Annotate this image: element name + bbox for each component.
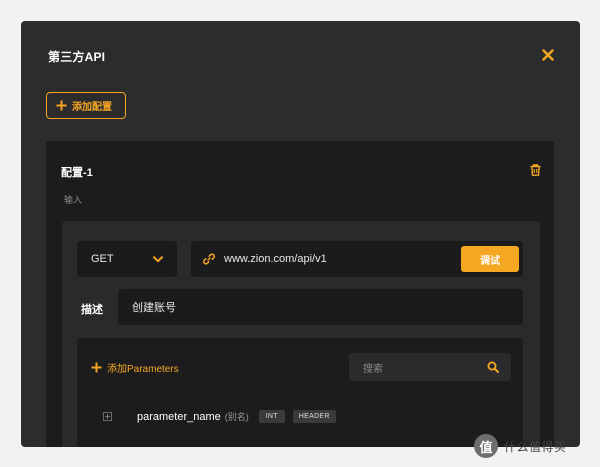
plus-icon	[91, 362, 102, 373]
parameters-panel: 添加Parameters 搜索 parameter_name (别名) INT …	[77, 338, 523, 447]
link-icon	[203, 253, 215, 265]
description-value: 创建账号	[132, 302, 176, 314]
add-config-button[interactable]: 添加配置	[46, 92, 126, 119]
trash-icon	[530, 164, 540, 176]
parameter-name: parameter_name	[137, 410, 221, 423]
http-method-value: GET	[91, 253, 114, 265]
third-party-api-dialog: 第三方API 添加配置 配置-1 输入 GET www.zion.com/api…	[21, 21, 580, 447]
chevron-down-icon	[153, 255, 163, 262]
add-parameters-button[interactable]: 添加Parameters	[91, 360, 179, 375]
config-title: 配置-1	[61, 167, 93, 179]
parameter-type-tag[interactable]: INT	[258, 410, 285, 423]
description-input[interactable]: 创建账号	[118, 289, 523, 325]
add-parameters-label: 添加Parameters	[107, 364, 179, 375]
add-config-label: 添加配置	[72, 102, 112, 113]
url-input[interactable]: www.zion.com/api/v1 调试	[191, 241, 523, 277]
expand-square-icon[interactable]	[103, 412, 112, 421]
close-button[interactable]	[539, 46, 557, 64]
delete-config-button[interactable]	[528, 163, 542, 177]
dialog-title: 第三方API	[48, 50, 106, 64]
parameter-search-input[interactable]: 搜索	[349, 353, 511, 381]
table-row[interactable]: parameter_name (别名) INT HEADER	[103, 410, 336, 423]
search-icon	[487, 361, 499, 373]
input-panel: GET www.zion.com/api/v1 调试 描述 创建账号 添加Par…	[62, 221, 540, 447]
url-value: www.zion.com/api/v1	[224, 253, 327, 265]
debug-button[interactable]: 调试	[461, 246, 519, 272]
config-card: 配置-1 输入 GET www.zion.com/api/v1 调试 描述 创建…	[46, 141, 554, 447]
description-label: 描述	[81, 304, 103, 316]
search-placeholder: 搜索	[363, 363, 383, 375]
watermark-badge: 值	[474, 434, 498, 458]
close-icon	[542, 49, 554, 61]
watermark-text: 什么值得买	[504, 439, 567, 454]
parameter-location-tag[interactable]: HEADER	[292, 410, 336, 423]
plus-icon	[56, 100, 67, 111]
http-method-select[interactable]: GET	[77, 241, 177, 277]
parameter-alias: (别名)	[224, 412, 249, 422]
input-section-label: 输入	[64, 195, 83, 205]
watermark: 值 什么值得买	[474, 434, 567, 458]
